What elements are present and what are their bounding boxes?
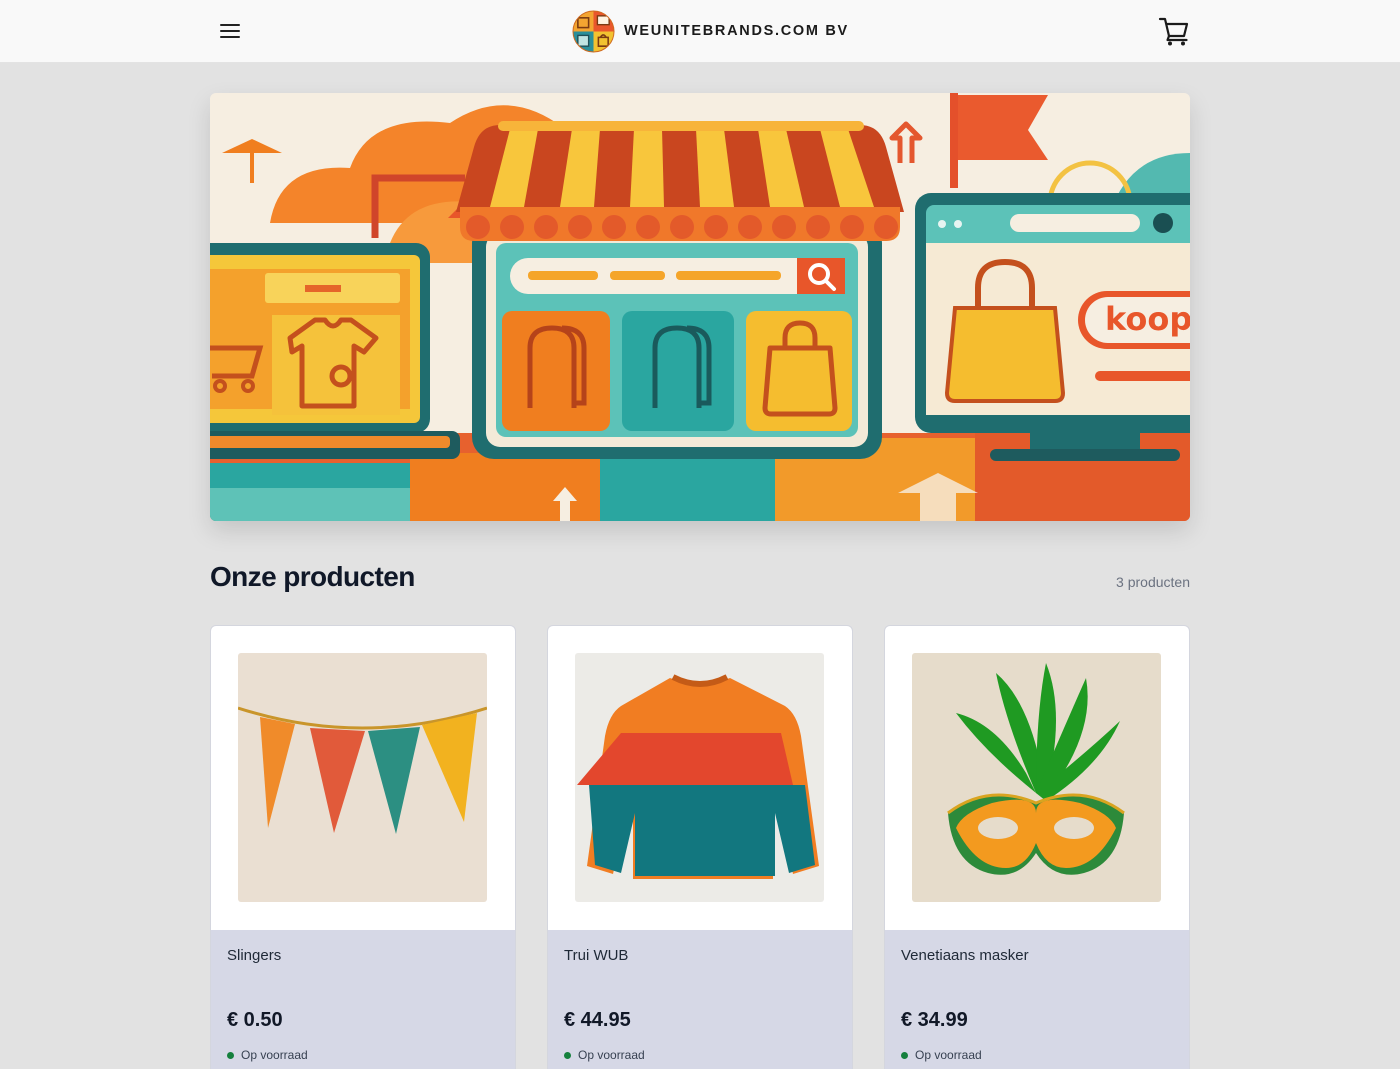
hamburger-menu-icon[interactable] <box>216 18 244 44</box>
stock-label: Op voorraad <box>241 1048 308 1062</box>
stock-status: Op voorraad <box>901 1048 982 1062</box>
hero-banner: koop <box>210 93 1190 521</box>
hero-sign-text: koop <box>1105 300 1190 338</box>
stock-label: Op voorraad <box>915 1048 982 1062</box>
stock-status: Op voorraad <box>564 1048 645 1062</box>
product-info: Trui WUB € 44.95 Op voorraad <box>548 930 852 1069</box>
hero-illustration: koop <box>210 93 1190 521</box>
product-info: Slingers € 0.50 Op voorraad <box>211 930 515 1069</box>
product-card-trui-wub[interactable]: Trui WUB € 44.95 Op voorraad <box>547 625 853 1069</box>
top-navigation-bar: WEUNITEBRANDS.COM BV <box>0 0 1400 63</box>
section-title: Onze producten <box>210 561 415 592</box>
brand-logo-icon <box>572 9 615 53</box>
product-price: € 34.99 <box>901 1009 968 1031</box>
product-price: € 44.95 <box>564 1009 631 1031</box>
stock-label: Op voorraad <box>578 1048 645 1062</box>
product-price: € 0.50 <box>227 1009 283 1031</box>
shopping-cart-icon[interactable] <box>1157 14 1191 48</box>
product-name[interactable]: Venetiaans masker <box>901 947 1029 964</box>
product-card-venetiaans-masker[interactable]: Venetiaans masker € 34.99 Op voorraad <box>884 625 1190 1069</box>
stock-dot-icon <box>227 1051 234 1059</box>
product-image-venetiaans-masker[interactable] <box>912 653 1161 902</box>
product-image-trui-wub[interactable] <box>575 653 824 902</box>
product-image-slingers[interactable] <box>238 653 487 902</box>
brand-name: WEUNITEBRANDS.COM BV <box>624 23 849 39</box>
stock-dot-icon <box>564 1051 571 1059</box>
product-count: 3 producten <box>1116 574 1190 590</box>
product-name[interactable]: Slingers <box>227 947 281 964</box>
product-name[interactable]: Trui WUB <box>564 947 628 964</box>
product-card-slingers[interactable]: Slingers € 0.50 Op voorraad <box>210 625 516 1069</box>
stock-dot-icon <box>901 1051 908 1059</box>
stock-status: Op voorraad <box>227 1048 308 1062</box>
product-info: Venetiaans masker € 34.99 Op voorraad <box>885 930 1189 1069</box>
brand-link[interactable]: WEUNITEBRANDS.COM BV <box>572 9 849 53</box>
